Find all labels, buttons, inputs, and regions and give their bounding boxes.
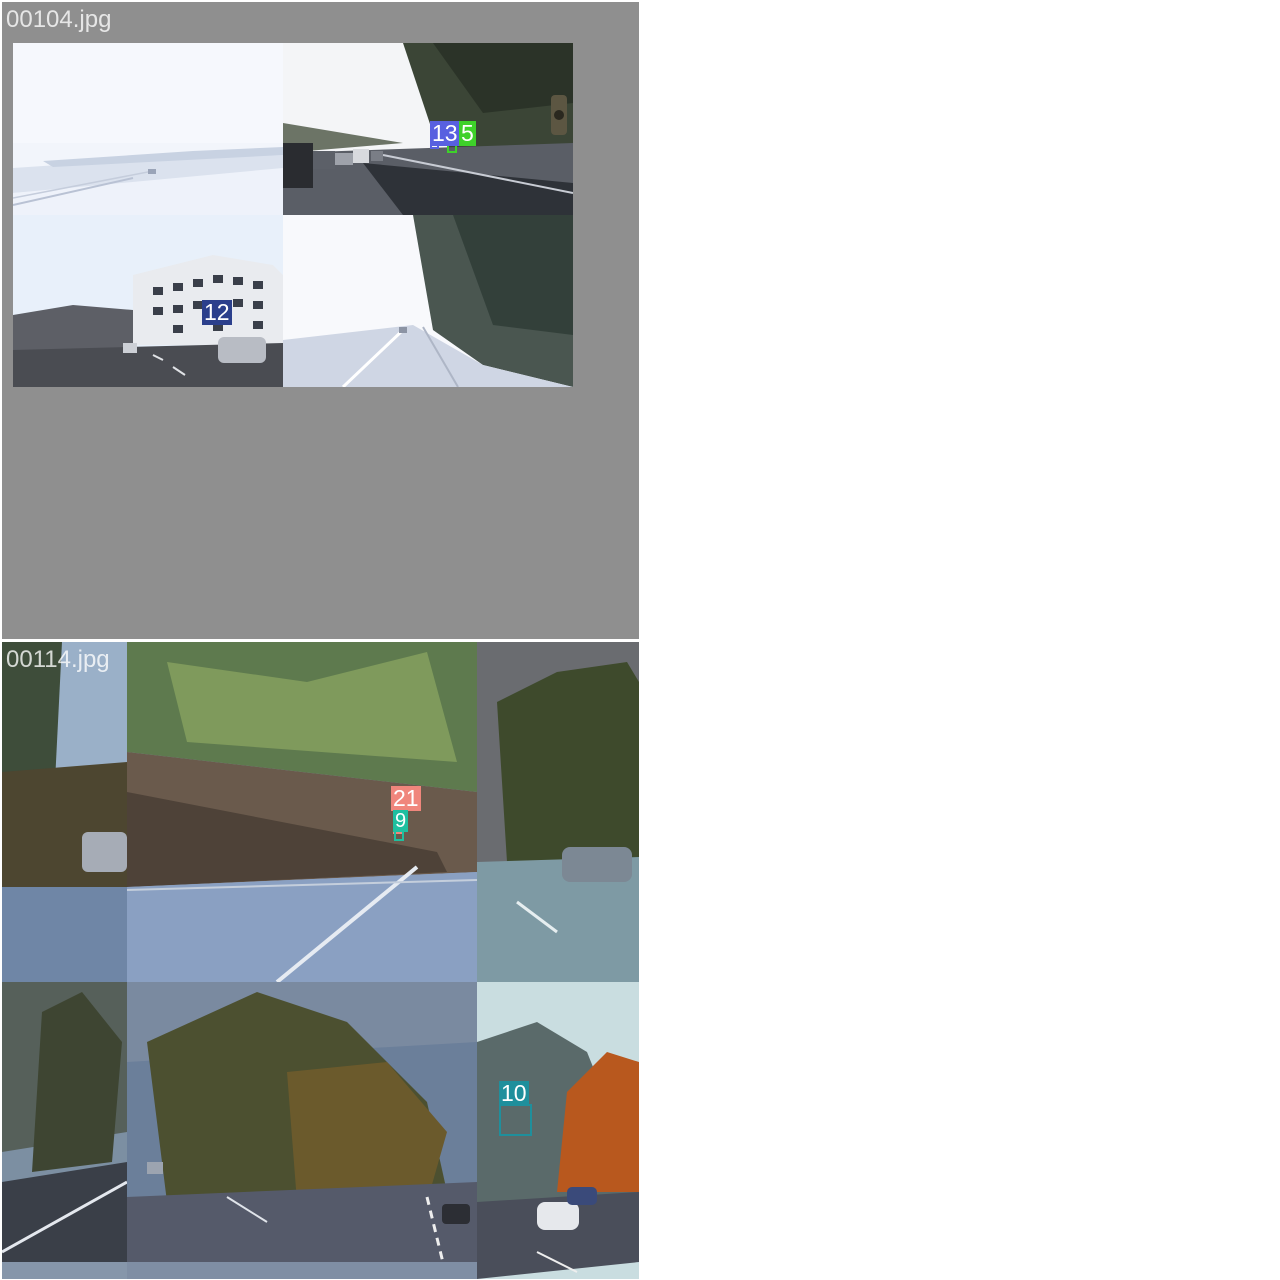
mosaic-filename: 00104.jpg [6,6,112,33]
tile-city-street [13,215,283,387]
tile-forest-left [2,642,127,982]
detection-label: 12 [202,299,232,325]
tile-autumn-road [127,982,477,1279]
detection-box [499,1104,532,1136]
tile-tree-avenue [283,215,573,387]
tile-highway-bright [13,43,283,215]
mosaic-bottom: 00114.jpg 21 9 10 [2,642,639,1279]
tile-stone-wall-road [127,642,477,982]
detection-label: 21 [391,785,421,811]
detection-label: 10 [499,1080,529,1106]
tile-road-left [2,982,127,1279]
mosaic-top: 00104.jpg 13 5 12 [2,2,639,639]
tile-wet-road-traffic [283,43,573,215]
mosaic-filename: 00114.jpg [6,646,110,673]
detection-label: 13 [430,120,460,146]
detection-label: 5 [459,120,476,146]
tile-night-trees [477,642,639,982]
detection-label: 9 [393,810,409,832]
